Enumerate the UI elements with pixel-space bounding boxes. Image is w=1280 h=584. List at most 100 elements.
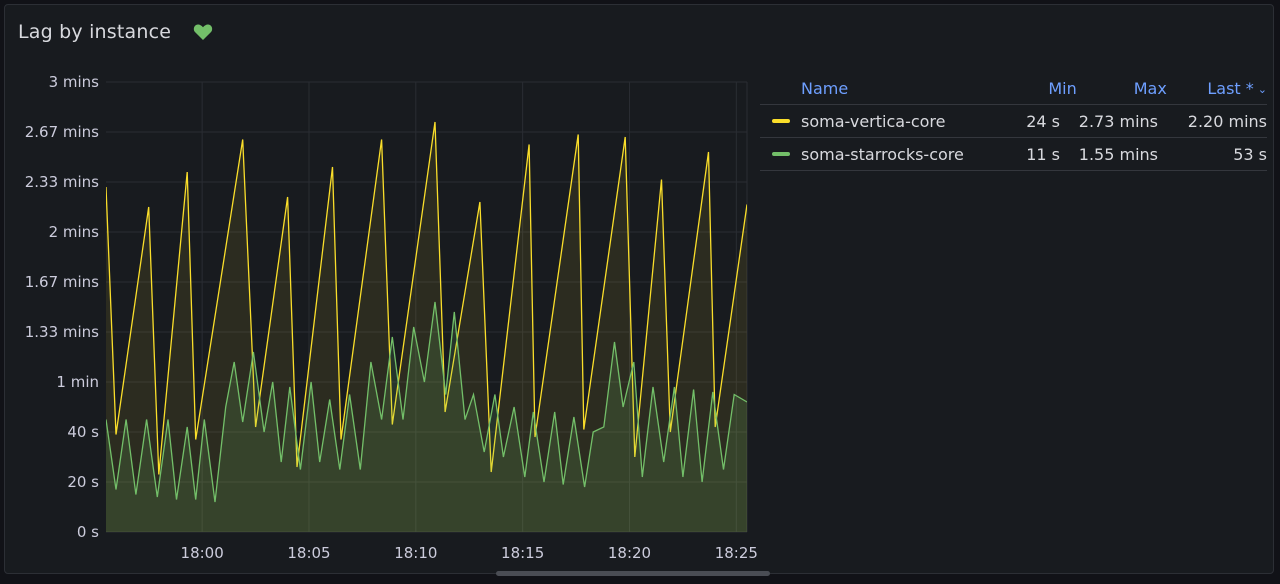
data-point — [381, 419, 382, 420]
data-point — [289, 386, 290, 387]
data-point — [503, 456, 504, 457]
data-point — [578, 134, 579, 135]
legend-min-value: 24 s — [1026, 111, 1060, 131]
data-point — [158, 474, 159, 475]
series-color-swatch — [772, 152, 790, 156]
data-point — [167, 419, 168, 420]
data-point — [445, 394, 446, 395]
data-point — [682, 476, 683, 477]
chart-area[interactable]: 0 s 20 s 40 s 1 min 1.33 mins 1.67 mins 2 mins… — [0, 0, 760, 570]
data-point — [583, 429, 584, 430]
data-point — [242, 139, 243, 140]
legend-max-value: 2.73 mins — [1078, 111, 1158, 131]
data-point — [554, 411, 555, 412]
legend-header-name[interactable]: Name — [760, 79, 1031, 98]
data-point — [533, 411, 534, 412]
data-point — [187, 171, 188, 172]
legend-row[interactable]: soma-starrocks-core 11 s 1.55 mins 53 s — [760, 138, 1267, 171]
data-point — [195, 499, 196, 500]
data-point — [479, 201, 480, 202]
data-point — [360, 469, 361, 470]
legend-header-last[interactable]: Last * ⌄ — [1167, 79, 1267, 98]
legend-header-max[interactable]: Max — [1077, 79, 1167, 98]
x-tick-label: 18:25 — [715, 544, 758, 562]
data-point — [623, 406, 624, 407]
data-point — [242, 421, 243, 422]
data-point — [332, 166, 333, 167]
y-tick-label: 0 s — [77, 523, 99, 541]
data-point — [349, 394, 350, 395]
data-point — [187, 426, 188, 427]
legend-row[interactable]: soma-vertica-core 24 s 2.73 mins 2.20 mi… — [760, 105, 1267, 138]
data-point — [693, 389, 694, 390]
data-point — [146, 419, 147, 420]
data-point — [281, 461, 282, 462]
data-point — [593, 431, 594, 432]
data-point — [413, 326, 414, 327]
horizontal-scrollbar[interactable] — [496, 571, 770, 576]
data-point — [454, 311, 455, 312]
legend-series-name[interactable]: soma-vertica-core — [801, 112, 946, 131]
data-point — [157, 496, 158, 497]
data-point — [126, 419, 127, 420]
y-tick-label: 2.67 mins — [25, 123, 99, 141]
x-tick-label: 18:20 — [608, 544, 651, 562]
data-point — [625, 136, 626, 137]
data-point — [272, 381, 273, 382]
data-point — [614, 341, 615, 342]
data-point — [702, 481, 703, 482]
chevron-down-icon: ⌄ — [1257, 82, 1267, 96]
data-point — [135, 494, 136, 495]
data-point — [253, 351, 254, 352]
data-point — [287, 196, 288, 197]
data-point — [329, 399, 330, 400]
data-point — [105, 419, 106, 420]
data-point — [264, 431, 265, 432]
data-point — [661, 179, 662, 180]
data-point — [663, 461, 664, 462]
data-point — [674, 386, 675, 387]
data-point — [319, 461, 320, 462]
legend-header-last-label: Last * — [1207, 78, 1254, 98]
data-point — [633, 361, 634, 362]
legend-max-value: 1.55 mins — [1078, 144, 1158, 164]
legend-header: Name Min Max Last * ⌄ — [760, 72, 1267, 105]
x-tick-label: 18:10 — [394, 544, 437, 562]
data-point — [225, 406, 226, 407]
data-point — [734, 394, 735, 395]
data-point — [434, 121, 435, 122]
data-point — [484, 451, 485, 452]
y-axis: 0 s 20 s 40 s 1 min 1.33 mins 1.67 mins 2 mins… — [25, 73, 99, 541]
legend-header-min[interactable]: Min — [1031, 79, 1076, 98]
data-point — [464, 419, 465, 420]
data-point — [115, 489, 116, 490]
data-point — [214, 501, 215, 502]
data-point — [148, 206, 149, 207]
data-point — [563, 484, 564, 485]
data-point — [115, 434, 116, 435]
legend-last-value: 53 s — [1233, 144, 1267, 164]
data-point — [424, 381, 425, 382]
data-point — [529, 144, 530, 145]
data-point — [300, 469, 301, 470]
data-point — [514, 406, 515, 407]
data-point — [543, 481, 544, 482]
y-tick-label: 40 s — [67, 423, 99, 441]
data-point — [370, 361, 371, 362]
series-color-swatch — [772, 119, 790, 123]
x-axis: 18:00 18:05 18:10 18:15 18:20 18:25 — [181, 544, 758, 562]
y-tick-label: 2 mins — [49, 223, 100, 241]
legend-series-name[interactable]: soma-starrocks-core — [801, 145, 964, 164]
data-point — [494, 394, 495, 395]
data-point — [204, 419, 205, 420]
data-point — [392, 336, 393, 337]
data-point — [339, 469, 340, 470]
y-tick-label: 3 mins — [49, 73, 100, 91]
data-point — [381, 139, 382, 140]
data-point — [652, 386, 653, 387]
data-point — [340, 439, 341, 440]
data-point — [473, 394, 474, 395]
data-point — [105, 186, 106, 187]
x-tick-label: 18:15 — [501, 544, 544, 562]
data-point — [708, 151, 709, 152]
